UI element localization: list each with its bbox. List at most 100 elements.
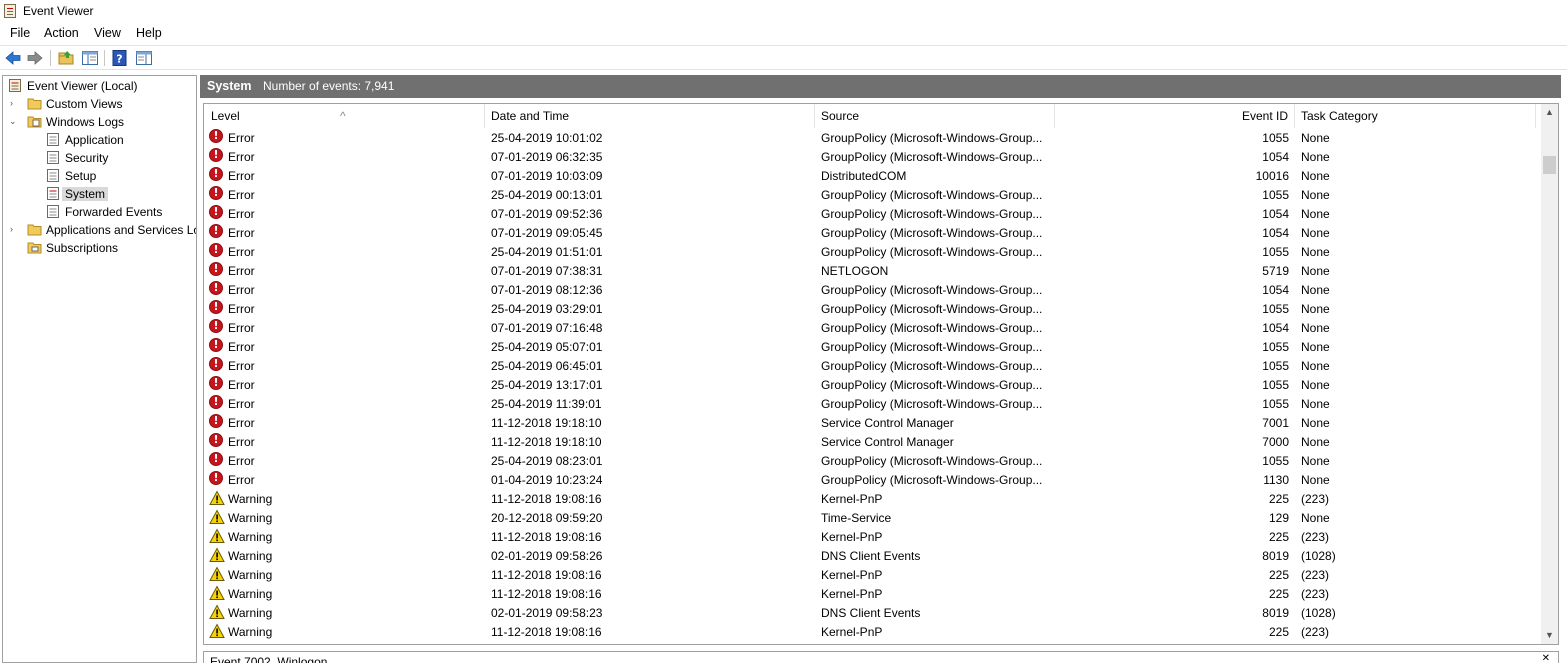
cell-date-time: 07-01-2019 10:03:09 xyxy=(491,169,603,183)
events-panel: System Number of events: 7,941 ^ Level D… xyxy=(200,75,1561,663)
cell-event-id: 5719 xyxy=(1262,264,1289,278)
cell-event-id: 1130 xyxy=(1263,473,1289,487)
table-row[interactable]: Warning 02-01-2019 09:58:26 DNS Client Eve… xyxy=(204,546,1534,565)
tree-label: Setup xyxy=(65,169,97,183)
toolbar: ? xyxy=(0,45,1567,70)
warning-icon xyxy=(209,566,225,582)
table-row[interactable]: Warning 11-12-2018 19:08:16 Kernel-PnP 225 (… xyxy=(204,489,1534,508)
cell-source: DNS Client Events xyxy=(821,606,921,620)
forward-arrow-icon[interactable] xyxy=(26,49,44,67)
panel-header: System Number of events: 7,941 xyxy=(200,75,1561,98)
scroll-down-icon[interactable]: ▼ xyxy=(1541,627,1558,644)
table-row[interactable]: Error 07-01-2019 09:05:45 GroupPolicy (Mic… xyxy=(204,223,1534,242)
vertical-scrollbar[interactable]: ▲ ▼ xyxy=(1541,104,1558,644)
cell-event-id: 225 xyxy=(1268,530,1289,544)
table-row[interactable]: Error 25-04-2019 11:39:01 GroupPolicy (Mic… xyxy=(204,394,1534,413)
cell-level: Error xyxy=(228,188,255,202)
error-icon xyxy=(209,395,225,411)
table-row[interactable]: Warning 02-01-2019 09:58:23 DNS Client Eve… xyxy=(204,603,1534,622)
table-row[interactable]: Error 01-04-2019 10:23:24 GroupPolicy (Mic… xyxy=(204,470,1534,489)
back-arrow-icon[interactable] xyxy=(4,49,22,67)
tree-label: System xyxy=(62,187,109,201)
show-hide-tree-icon[interactable] xyxy=(81,49,99,67)
column-header-event-id[interactable]: Event ID xyxy=(1055,104,1295,128)
cell-date-time: 25-04-2019 00:13:01 xyxy=(491,188,603,202)
cell-source: Service Control Manager xyxy=(821,435,954,449)
cell-date-time: 02-01-2019 09:58:26 xyxy=(491,549,603,563)
cell-date-time: 07-01-2019 09:05:45 xyxy=(491,226,603,240)
cell-source: GroupPolicy (Microsoft-Windows-Group... xyxy=(821,207,1043,221)
chevron-right-icon[interactable]: › xyxy=(10,225,19,234)
table-row[interactable]: Error 11-12-2018 19:18:10 Service Control … xyxy=(204,413,1534,432)
cell-source: GroupPolicy (Microsoft-Windows-Group... xyxy=(821,226,1043,240)
table-row[interactable]: Warning 20-12-2018 09:59:20 Time-Service 12… xyxy=(204,508,1534,527)
chevron-right-icon[interactable]: › xyxy=(10,99,19,108)
table-row[interactable]: Error 25-04-2019 03:29:01 GroupPolicy (Mic… xyxy=(204,299,1534,318)
close-detail-icon[interactable]: ✕ xyxy=(1542,653,1550,663)
cell-task-category: (223) xyxy=(1301,568,1330,582)
tree-label: Application xyxy=(65,133,124,147)
menu-view[interactable]: View xyxy=(94,26,121,40)
column-header-level[interactable]: ^ Level xyxy=(204,104,485,128)
cell-task-category: None xyxy=(1301,340,1330,354)
table-row[interactable]: Warning 11-12-2018 19:08:16 Kernel-PnP 225 (… xyxy=(204,527,1534,546)
cell-date-time: 20-12-2018 09:59:20 xyxy=(491,511,603,525)
table-row[interactable]: Error 25-04-2019 10:01:02 GroupPolicy (Mic… xyxy=(204,128,1534,147)
error-icon xyxy=(209,452,225,468)
cell-event-id: 129 xyxy=(1268,511,1289,525)
log-icon xyxy=(46,150,60,165)
table-row[interactable]: Warning 11-12-2018 19:08:16 Kernel-PnP 225 (… xyxy=(204,565,1534,584)
table-row[interactable]: Error 07-01-2019 07:16:48 GroupPolicy (Mic… xyxy=(204,318,1534,337)
table-row[interactable]: Error 07-01-2019 10:03:09 DistributedCOM 10… xyxy=(204,166,1534,185)
table-row[interactable]: Warning 11-12-2018 19:08:16 Kernel-PnP 225 (… xyxy=(204,584,1534,603)
svg-text:?: ? xyxy=(116,53,122,66)
table-row[interactable]: Error 25-04-2019 00:13:01 GroupPolicy (Mic… xyxy=(204,185,1534,204)
cell-task-category: (1028) xyxy=(1301,549,1336,563)
table-row[interactable]: Error 25-04-2019 08:23:01 GroupPolicy (Mic… xyxy=(204,451,1534,470)
cell-source: NETLOGON xyxy=(821,264,889,278)
event-viewer-app-icon xyxy=(4,4,16,18)
column-header-date-and-time[interactable]: Date and Time xyxy=(485,104,815,128)
cell-level: Error xyxy=(228,454,255,468)
error-icon xyxy=(209,129,225,145)
table-row[interactable]: Error 07-01-2019 09:52:36 GroupPolicy (Mic… xyxy=(204,204,1534,223)
toolbar-separator xyxy=(104,50,105,66)
cell-task-category: None xyxy=(1301,226,1330,240)
cell-event-id: 8019 xyxy=(1262,606,1289,620)
menu-file[interactable]: File xyxy=(10,26,30,40)
menu-action[interactable]: Action xyxy=(44,26,79,40)
cell-event-id: 1054 xyxy=(1262,321,1289,335)
table-row[interactable]: Error 25-04-2019 13:17:01 GroupPolicy (Mic… xyxy=(204,375,1534,394)
help-icon[interactable]: ? xyxy=(111,49,129,67)
open-folder-icon[interactable] xyxy=(57,49,75,67)
column-header-source[interactable]: Source xyxy=(815,104,1055,128)
cell-level: Error xyxy=(228,435,255,449)
cell-level: Error xyxy=(228,340,255,354)
cell-source: Service Control Manager xyxy=(821,416,954,430)
table-row[interactable]: Error 07-01-2019 07:38:31 NETLOGON 5719 None xyxy=(204,261,1534,280)
cell-date-time: 07-01-2019 09:52:36 xyxy=(491,207,603,221)
scrollbar-thumb[interactable] xyxy=(1543,156,1556,174)
scroll-up-icon[interactable]: ▲ xyxy=(1541,104,1558,121)
cell-source: Kernel-PnP xyxy=(821,492,883,506)
tree-label: Security xyxy=(65,151,109,165)
cell-source: Kernel-PnP xyxy=(821,568,883,582)
column-header-task-category[interactable]: Task Category xyxy=(1295,104,1536,128)
table-row[interactable]: Error 25-04-2019 01:51:01 GroupPolicy (Mic… xyxy=(204,242,1534,261)
folder-icon xyxy=(27,222,42,237)
chevron-down-icon[interactable]: ⌄ xyxy=(9,117,18,126)
table-row[interactable]: Warning 11-12-2018 19:08:16 Kernel-PnP 225 (… xyxy=(204,622,1534,641)
table-row[interactable]: Error 07-01-2019 06:32:35 GroupPolicy (Mic… xyxy=(204,147,1534,166)
error-icon xyxy=(209,148,225,164)
table-row[interactable]: Error 25-04-2019 05:07:01 GroupPolicy (Mic… xyxy=(204,337,1534,356)
cell-date-time: 25-04-2019 10:01:02 xyxy=(491,131,603,145)
table-row[interactable]: Error 11-12-2018 19:18:10 Service Control … xyxy=(204,432,1534,451)
cell-level: Warning xyxy=(228,492,273,506)
show-hide-action-pane-icon[interactable] xyxy=(135,49,153,67)
table-row[interactable]: Error 07-01-2019 08:12:36 GroupPolicy (Mic… xyxy=(204,280,1534,299)
table-row[interactable]: Error 25-04-2019 06:45:01 GroupPolicy (Mic… xyxy=(204,356,1534,375)
cell-date-time: 07-01-2019 07:16:48 xyxy=(491,321,603,335)
cell-source: Kernel-PnP xyxy=(821,625,883,639)
log-icon xyxy=(46,186,60,201)
menu-help[interactable]: Help xyxy=(136,26,162,40)
